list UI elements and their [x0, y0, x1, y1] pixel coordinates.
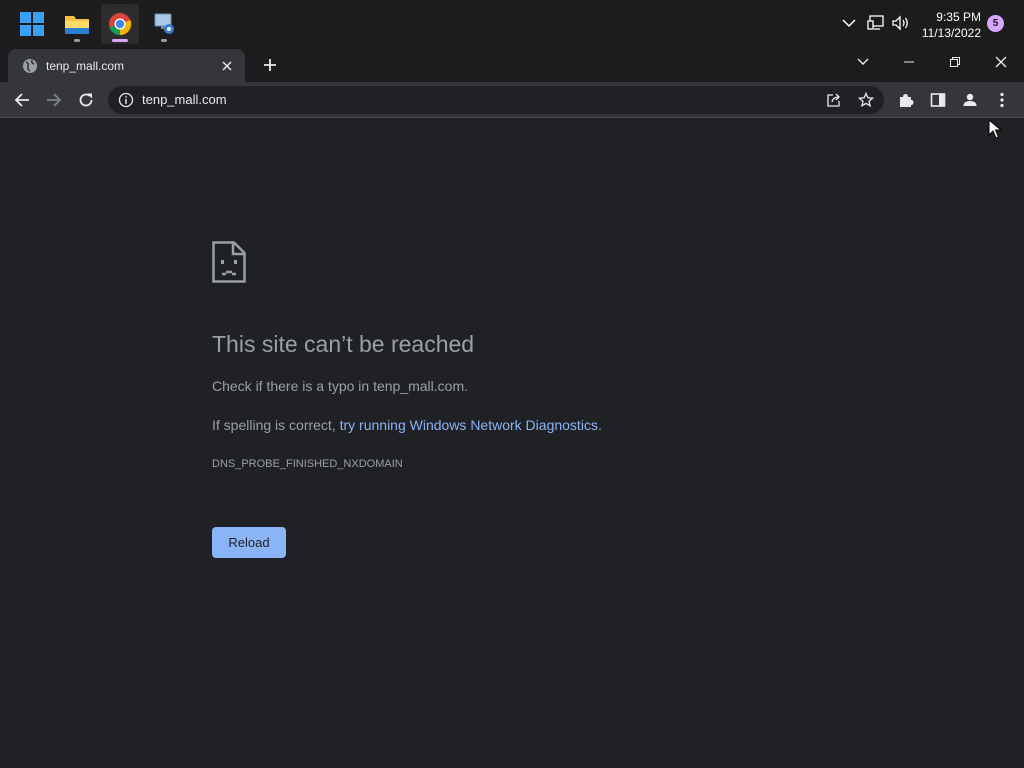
address-bar[interactable]: tenp_mall.com [108, 86, 884, 114]
minimize-button[interactable] [886, 47, 932, 77]
volume-icon [892, 15, 908, 31]
taskbar-app-chrome[interactable] [101, 4, 139, 44]
chevron-up-icon [842, 19, 856, 28]
back-button[interactable] [10, 88, 34, 112]
folder-icon [65, 16, 89, 34]
side-panel-button[interactable] [926, 88, 950, 112]
restore-button[interactable] [932, 47, 978, 77]
share-button[interactable] [824, 90, 844, 110]
bookmark-button[interactable] [856, 90, 876, 110]
taskbar-clock[interactable]: 9:35 PM 11/13/2022 [922, 9, 981, 41]
close-window-button[interactable] [978, 47, 1024, 77]
show-hidden-icons-button[interactable] [840, 14, 858, 32]
running-indicator [74, 39, 80, 42]
network-icon [867, 15, 884, 30]
tab-strip: tenp_mall.com [0, 47, 1024, 82]
profile-button[interactable] [958, 88, 982, 112]
clock-time: 9:35 PM [936, 10, 981, 24]
forward-button[interactable] [42, 88, 66, 112]
extensions-button[interactable] [894, 88, 918, 112]
notification-badge[interactable]: 5 [987, 15, 1004, 32]
active-indicator [112, 39, 128, 42]
network-diagnostics-link[interactable]: try running Windows Network Diagnostics [340, 417, 598, 433]
suggestion-prefix: If spelling is correct, [212, 417, 340, 433]
browser-toolbar: tenp_mall.com [0, 82, 1024, 118]
tab-title: tenp_mall.com [46, 58, 125, 73]
refresh-icon [79, 93, 93, 107]
close-icon [222, 60, 232, 71]
new-tab-button[interactable] [258, 55, 282, 75]
error-title: This site can’t be reached [212, 331, 475, 357]
running-indicator [161, 39, 167, 42]
volume-button[interactable] [892, 14, 910, 32]
close-icon [995, 56, 1007, 68]
tab-close-button[interactable] [219, 58, 235, 74]
info-icon[interactable] [118, 92, 134, 108]
error-hint: Check if there is a typo in tenp_mall.co… [212, 378, 469, 394]
error-code: DNS_PROBE_FINISHED_NXDOMAIN [212, 458, 403, 470]
plus-icon [264, 59, 276, 71]
side-panel-icon [930, 93, 946, 107]
star-icon [858, 92, 874, 108]
more-vertical-icon [1000, 92, 1004, 108]
person-icon [963, 93, 977, 106]
arrow-left-icon [14, 93, 29, 107]
suggestion-suffix: . [597, 417, 602, 433]
globe-icon [23, 58, 37, 73]
clock-date: 11/13/2022 [921, 26, 981, 40]
network-computer-icon [154, 13, 174, 34]
taskbar-app-network-setup[interactable] [145, 4, 183, 44]
arrow-right-icon [47, 93, 62, 107]
mouse-cursor-icon [988, 119, 1002, 139]
chevron-down-icon [857, 58, 869, 65]
page-content: This site can’t be reached Check if ther… [0, 119, 1024, 768]
windows-logo-icon [20, 12, 44, 36]
address-text[interactable]: tenp_mall.com [142, 92, 227, 107]
browser-tab[interactable]: tenp_mall.com [8, 49, 245, 82]
reload-toolbar-button[interactable] [74, 88, 98, 112]
restore-icon [950, 57, 960, 67]
start-button[interactable] [13, 4, 51, 44]
share-icon [827, 93, 840, 107]
menu-button[interactable] [990, 88, 1014, 112]
tab-search-button[interactable] [840, 47, 886, 77]
sad-page-icon [212, 241, 246, 283]
error-suggestion: If spelling is correct, try running Wind… [212, 417, 602, 433]
chrome-icon [109, 13, 132, 36]
taskbar: 9:35 PM 11/13/2022 5 [0, 0, 1024, 47]
puzzle-icon [900, 94, 914, 107]
minimize-icon [904, 61, 914, 63]
reload-button[interactable]: Reload [212, 527, 286, 558]
network-status-button[interactable] [867, 14, 885, 32]
taskbar-app-file-explorer[interactable] [58, 4, 96, 44]
